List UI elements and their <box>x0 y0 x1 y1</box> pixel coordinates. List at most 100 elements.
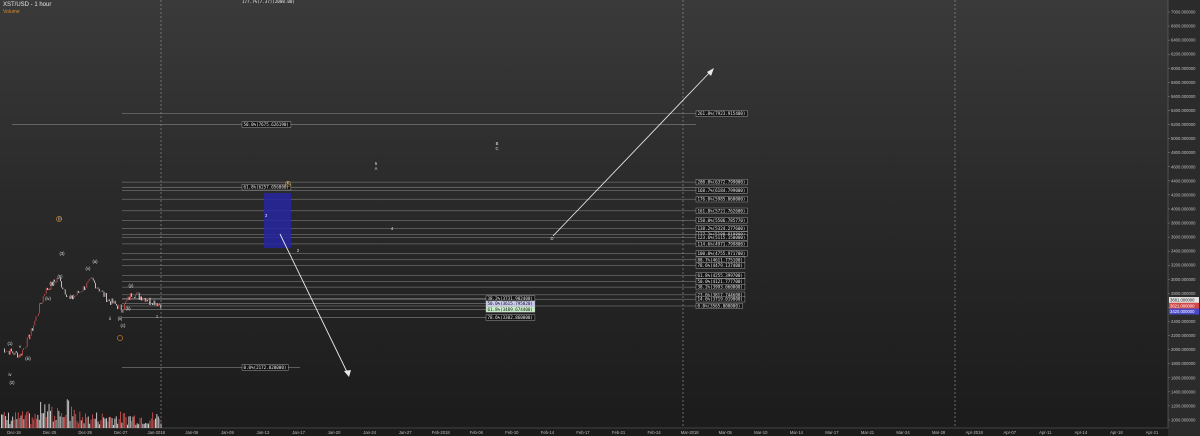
y-tick-label: 7000.000000 <box>1171 10 1196 15</box>
volume-bar <box>69 420 71 428</box>
x-tick-label: Dec-25 <box>43 430 57 435</box>
volume-bar <box>150 418 152 428</box>
chart-svg[interactable]: 7000.000000 6800.000000 6400.000000 6200.00… <box>0 0 1200 436</box>
x-tick-label: Dec-29 <box>78 430 92 435</box>
wave-label: (a) <box>92 259 98 264</box>
volume-bar <box>52 421 54 428</box>
volume-bar <box>15 412 16 428</box>
volume-bar <box>73 409 75 428</box>
volume-bar <box>8 412 9 428</box>
x-tick-label: Mar-2018 <box>681 430 700 435</box>
wave-labels: (1)(2)(3)(4)(5)(a)(b)(c)(x)(y)12345ABCDE… <box>7 141 553 385</box>
volume-bar <box>40 401 42 428</box>
volume-bar <box>9 424 11 428</box>
x-tick-label: Jan-24 <box>363 430 376 435</box>
projection-arrows <box>279 68 714 377</box>
volume-bar <box>155 418 156 428</box>
volume-bar <box>57 408 58 428</box>
fib-label: 150.0%(5506.785770) <box>698 218 746 223</box>
y-tick-label: 3400.000000 <box>1171 249 1196 254</box>
y-tick-label: 6400.000000 <box>1171 38 1196 43</box>
x-tick-label: Mar-10 <box>754 430 768 435</box>
y-tick-label: 2400.000000 <box>1171 319 1196 324</box>
volume-bar <box>136 423 138 428</box>
y-tick-label: 5000.000000 <box>1171 136 1196 141</box>
wave-label: iii <box>139 296 142 301</box>
y-tick-label: 3000.000000 <box>1171 277 1196 282</box>
x-tick-label: Feb-17 <box>576 430 590 435</box>
volume-bar <box>94 418 96 428</box>
wave-label: (v) <box>86 266 91 271</box>
wave-label: A <box>375 166 378 171</box>
volume-bar <box>124 413 126 428</box>
arrow-up-head <box>707 68 714 76</box>
price-tag-label: 3621.000000 <box>1170 303 1195 308</box>
x-tick-label: Feb-21 <box>612 430 626 435</box>
volume-bar <box>47 411 49 428</box>
x-tick-label: Apr-18 <box>1110 430 1123 435</box>
fib-label: 38.2%(3993.060000) <box>698 285 743 290</box>
volume-bar <box>132 416 134 428</box>
fib-label: 114.6%(4971.799800) <box>698 241 746 246</box>
x-tick-label: Apr-11 <box>1039 430 1052 435</box>
wave-label: (y) <box>129 283 134 288</box>
y-tick-label: 2000.000000 <box>1171 347 1196 352</box>
price-tag-label: 3681.000000 <box>1170 298 1195 303</box>
fib-label: 50.0%(3615.795820) <box>488 301 533 306</box>
x-tick-label: Mar-17 <box>825 430 839 435</box>
volume-bar <box>10 420 12 428</box>
wave-label: D <box>550 236 553 241</box>
volume-bar <box>37 414 39 428</box>
fib-levels-left: 50.0%(7675.626190) 61.8%(6257.056000) 0.0%… <box>12 121 696 371</box>
volume-bar <box>101 413 103 428</box>
wave-label: (2) <box>9 380 15 385</box>
wave-label: (iv) <box>45 296 51 301</box>
volume-bar <box>48 403 50 428</box>
y-tick-label: 4000.000000 <box>1171 206 1196 211</box>
chart-container: XST/USD - 1 hour Volume 7000.000000 6800.… <box>0 0 1200 436</box>
volume-bar <box>134 415 135 428</box>
x-tick-label: Jan-17 <box>292 430 305 435</box>
volume-bar <box>117 423 119 428</box>
y-tick-label: 1600.000000 <box>1171 375 1196 380</box>
volume-bar <box>24 415 26 428</box>
volume-bar <box>58 410 60 428</box>
x-tick-label: Apr-21 <box>1146 430 1159 435</box>
volume-bar <box>19 418 21 428</box>
volume-bar <box>85 413 86 428</box>
y-tick-label: 3800.000000 <box>1171 221 1196 226</box>
fib-label: 61.8%(3489.674400) <box>488 307 533 312</box>
fib-label: 78.6%(3302.860000) <box>488 315 533 320</box>
volume-bar <box>120 411 121 428</box>
volume-bar <box>93 418 95 428</box>
fib-label: 61.8%(4255.399700) <box>698 273 743 278</box>
volume-bar <box>17 412 19 428</box>
volume-bar <box>79 411 81 428</box>
volume-bar <box>2 414 4 428</box>
volume-bar <box>115 416 117 428</box>
x-tick-label: Jan-13 <box>257 430 270 435</box>
volume-bar <box>135 424 137 428</box>
volume-bar <box>50 410 51 428</box>
volume-bar <box>80 420 82 428</box>
volume-bar <box>148 423 149 428</box>
volume-bar <box>152 412 154 428</box>
x-tick-label: Feb-06 <box>470 430 484 435</box>
fib-label: 123.6%(5115.150000) <box>698 235 746 240</box>
volume-bar <box>129 416 131 428</box>
price-tag-label: 3420.000000 <box>1170 309 1195 314</box>
volume-bar <box>38 419 40 428</box>
volume-bar <box>76 421 78 428</box>
volume-bar <box>143 423 145 428</box>
volume-bar <box>141 417 142 428</box>
x-tick-label: Apr-2018 <box>966 430 984 435</box>
fib-label: 61.8%(6257.056000) <box>244 185 289 190</box>
y-tick-label: 1800.000000 <box>1171 361 1196 366</box>
y-tick-label: 4400.000000 <box>1171 178 1196 183</box>
volume-bar <box>16 419 18 428</box>
fib-label: 161.8%(5721.762600) <box>698 208 746 213</box>
volume-bar <box>99 424 100 428</box>
volume-bar <box>13 419 15 428</box>
volume-bar <box>29 413 30 428</box>
volume-bar <box>86 417 88 428</box>
